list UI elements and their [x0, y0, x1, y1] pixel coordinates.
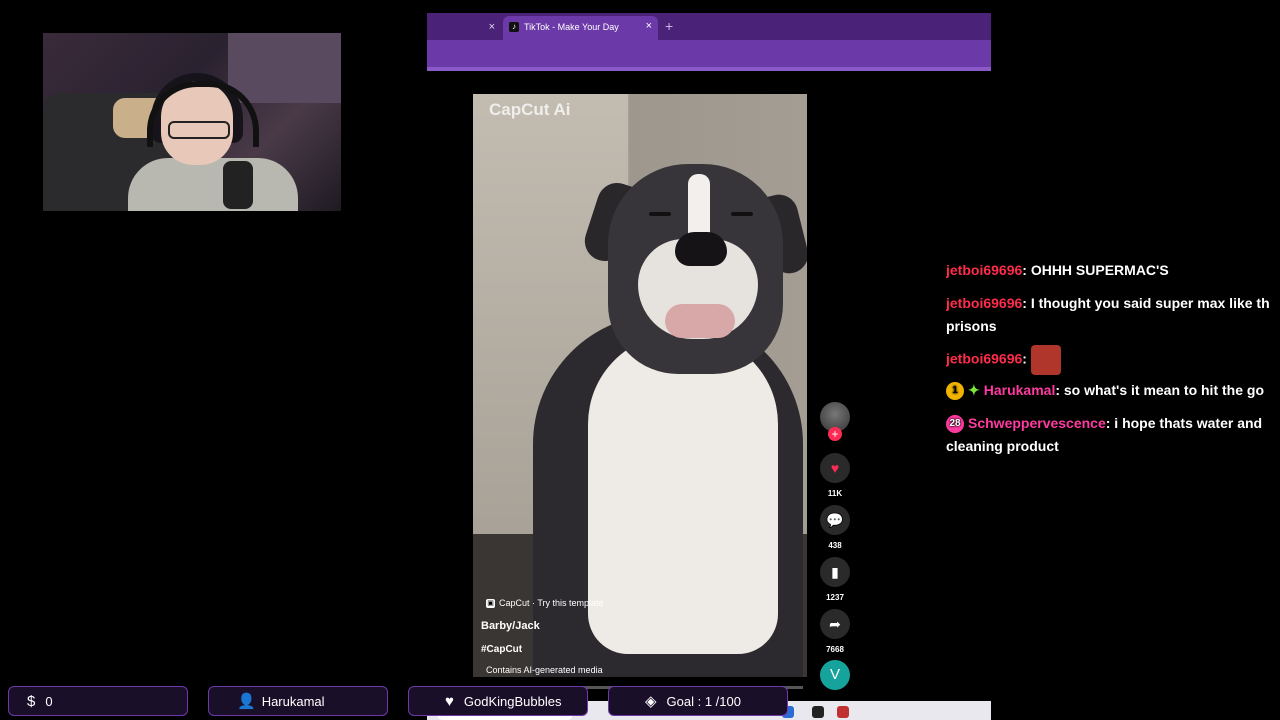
heart-icon: ♥: [445, 692, 454, 710]
latest-follower-panel: 👤 Harukamal: [208, 686, 388, 716]
app-icon[interactable]: [812, 706, 824, 718]
share-button[interactable]: ➦: [820, 609, 850, 639]
template-tag-label: CapCut · Try this template: [499, 598, 604, 608]
save-count: 1237: [826, 593, 844, 602]
latest-subscriber-panel: ♥ GodKingBubbles: [408, 686, 588, 716]
dog-eye-left: [649, 212, 671, 216]
background-shelf: [228, 33, 341, 103]
comment-button[interactable]: 💬: [820, 505, 850, 535]
emote-icon: [1030, 345, 1061, 375]
tab-tiktok[interactable]: ♪ TikTok - Make Your Day ×: [503, 16, 658, 40]
dog-eye-right: [731, 212, 753, 216]
chat-username: Harukamal: [983, 382, 1056, 398]
comment-icon: 💬: [826, 512, 844, 528]
follower-icon: 👤: [237, 693, 256, 710]
dog-mouth: [665, 304, 735, 338]
stream-chat: jetboi69696: OHHH SUPERMAC'S jetboi69696…: [946, 226, 1280, 476]
sparkle-badge-icon: ✦: [968, 382, 980, 398]
microphone-icon: [223, 161, 253, 209]
goal-value: Goal : 1 /100: [666, 693, 741, 709]
bookmark-icon: ▮: [831, 564, 839, 580]
chat-message: jetboi69696: I thought you said super ma…: [946, 295, 1270, 311]
tab-close-icon[interactable]: ×: [489, 21, 495, 33]
address-bar[interactable]: [427, 40, 991, 67]
chat-text: : I thought you said super max like th: [1022, 295, 1270, 311]
like-button[interactable]: ♥: [820, 453, 850, 483]
chat-message: jetboi69696: OHHH SUPERMAC'S: [946, 262, 1169, 278]
browser-window: × ♪ TikTok - Make Your Day × +: [427, 13, 991, 71]
chat-text-continued: prisons: [946, 318, 997, 334]
chat-text: : OHHH SUPERMAC'S: [1022, 262, 1169, 278]
video-author[interactable]: Barby/Jack: [481, 620, 540, 632]
dog-nose: [675, 232, 727, 266]
tab-blank[interactable]: ×: [433, 16, 501, 40]
app-icon[interactable]: [837, 706, 849, 718]
chat-message: 1 ✦ Harukamal: so what's it mean to hit th…: [946, 382, 1264, 401]
balance-value: 0: [45, 693, 53, 709]
video-hashtag[interactable]: #CapCut: [481, 644, 522, 655]
chat-text: :: [1022, 350, 1027, 367]
tiktok-video[interactable]: CapCut Ai ▣ CapCut · Try this template B…: [473, 94, 807, 677]
chat-message: jetboi69696:: [946, 345, 1061, 375]
tab-title: TikTok - Make Your Day: [524, 22, 619, 32]
chat-message: 28 Schweppervescence: i hope thats water …: [946, 415, 1263, 434]
balance-panel: $ 0: [8, 686, 188, 716]
chat-username: jetboi69696: [946, 350, 1023, 367]
webcam-feed: [43, 33, 341, 211]
tab-close-icon[interactable]: ×: [646, 20, 652, 32]
tiktok-logo-icon: ♪: [509, 22, 519, 32]
chat-text-continued: cleaning product: [946, 438, 1059, 454]
ai-generated-note: Contains AI-generated media: [486, 665, 603, 675]
share-arrow-icon: ➦: [829, 616, 841, 632]
dollar-icon: $: [27, 692, 36, 710]
new-tab-button[interactable]: +: [665, 18, 673, 34]
latest-subscriber-name: GodKingBubbles: [463, 693, 562, 709]
latest-follower-name: Harukamal: [261, 693, 325, 709]
like-count: 11K: [827, 489, 843, 498]
sub-badge: 1: [946, 382, 964, 401]
follow-plus-icon[interactable]: +: [828, 427, 842, 441]
streamer-body: [128, 158, 298, 211]
tab-strip: × ♪ TikTok - Make Your Day × +: [427, 13, 991, 40]
save-button[interactable]: ▮: [820, 557, 850, 587]
browser-divider: [427, 67, 991, 71]
share-count: 7668: [826, 645, 844, 654]
chat-username: jetboi69696: [946, 295, 1023, 311]
chat-username: jetboi69696: [946, 262, 1023, 278]
dog-chest: [588, 334, 778, 654]
chat-username: Schweppervescence: [968, 415, 1106, 431]
chat-text: : so what's it mean to hit the go: [1055, 382, 1264, 398]
comment-count: 438: [828, 541, 842, 550]
capcut-watermark: CapCut Ai: [489, 100, 571, 119]
capcut-icon: ▣: [486, 598, 495, 608]
profile-badge[interactable]: V: [820, 660, 850, 690]
goal-panel: ◈ Goal : 1 /100: [608, 686, 788, 716]
sub-badge: 28: [946, 415, 964, 434]
capcut-template-link[interactable]: ▣ CapCut · Try this template: [486, 598, 604, 608]
heart-icon: ♥: [830, 460, 840, 476]
chat-text: : i hope thats water and: [1105, 415, 1263, 431]
diamond-icon: ◈: [645, 693, 657, 710]
